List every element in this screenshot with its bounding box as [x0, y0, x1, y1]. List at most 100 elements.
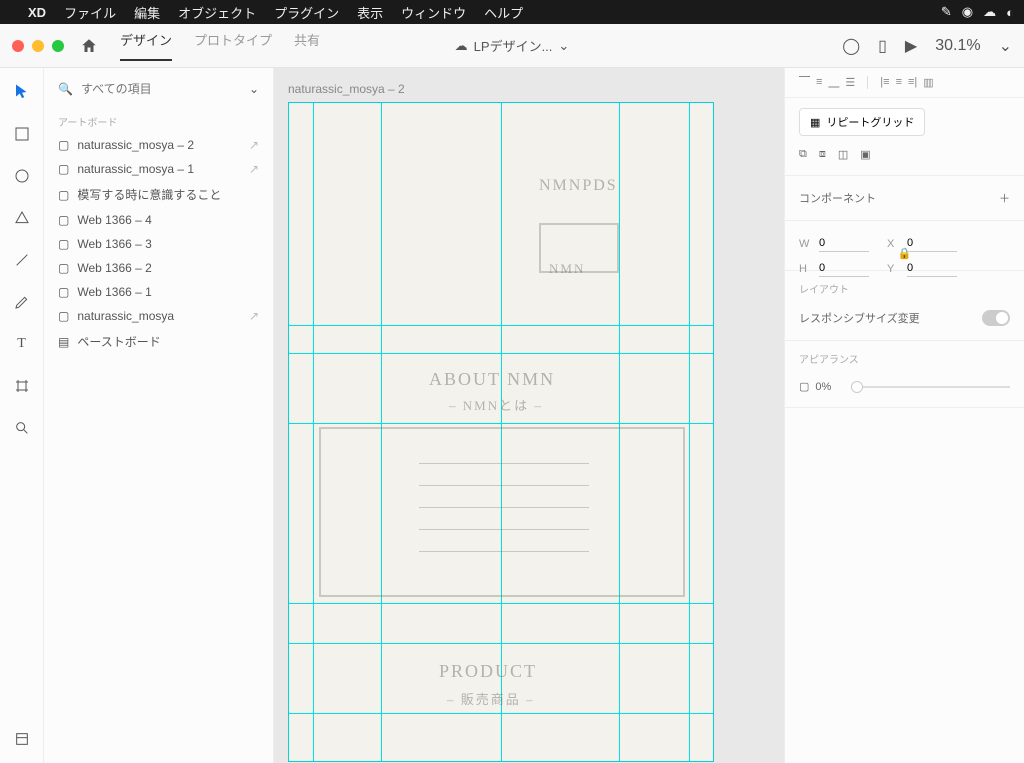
artboard-icon: ▢: [58, 162, 69, 176]
sync-icon[interactable]: ◐: [1006, 5, 1014, 20]
layer-item[interactable]: ▢ 模写する時に意識すること: [44, 181, 273, 208]
minimize-window-button[interactable]: [32, 40, 44, 52]
menu-view[interactable]: 表示: [357, 3, 383, 22]
align-controls: ⎺ ≡ ⎽ ☰ |≡ ≡ ≡| ▥: [785, 68, 1024, 98]
account-icon[interactable]: ◯: [842, 36, 860, 56]
play-icon[interactable]: ▶: [905, 36, 917, 56]
document-title-text: LPデザイン...: [474, 36, 553, 55]
align-hcenter-icon[interactable]: ≡: [896, 76, 902, 89]
align-bottom-icon[interactable]: ⎽: [828, 76, 839, 89]
layer-item[interactable]: ▢naturassic_mosya – 2↗: [44, 133, 273, 157]
layer-item[interactable]: ▢Web 1366 – 2: [44, 256, 273, 280]
camera-icon[interactable]: ◉: [962, 4, 973, 20]
responsive-resize-label: レスポンシブサイズ変更: [799, 310, 920, 326]
zoom-tool-icon[interactable]: [12, 418, 32, 438]
tab-design[interactable]: デザイン: [120, 30, 172, 61]
y-input[interactable]: [907, 260, 957, 277]
mode-tabs: デザイン プロトタイプ 共有: [120, 30, 320, 61]
artboard-icon: ▢: [58, 285, 69, 299]
add-component-icon[interactable]: ＋: [999, 190, 1010, 206]
sketch-text: ABOUT NMN: [429, 369, 555, 390]
cloud-icon[interactable]: ☁: [983, 4, 996, 20]
layer-label: 模写する時に意識すること: [77, 186, 221, 203]
zoom-window-button[interactable]: [52, 40, 64, 52]
repeat-grid-button[interactable]: ▦ リピートグリッド: [799, 108, 925, 136]
external-link-icon[interactable]: ↗: [249, 162, 259, 176]
search-icon: 🔍: [58, 82, 73, 96]
artboard-icon: ▢: [58, 261, 69, 275]
external-link-icon[interactable]: ↗: [249, 309, 259, 323]
layer-item[interactable]: ▢Web 1366 – 3: [44, 232, 273, 256]
component-section-label: コンポーネント: [799, 190, 876, 206]
line-tool-icon[interactable]: [12, 250, 32, 270]
width-input[interactable]: [819, 235, 869, 252]
distribute-v-icon[interactable]: ☰: [845, 76, 855, 89]
artboard-title[interactable]: naturassic_mosya – 2: [288, 82, 405, 96]
layer-item[interactable]: ▢naturassic_mosya↗: [44, 304, 273, 328]
layer-label: Web 1366 – 1: [77, 285, 152, 299]
text-tool-icon[interactable]: T: [12, 334, 32, 354]
artboard-icon: ▢: [58, 188, 69, 202]
menu-window[interactable]: ウィンドウ: [401, 3, 466, 22]
select-tool-icon[interactable]: [12, 82, 32, 102]
device-preview-icon[interactable]: ▯: [878, 36, 887, 56]
chevron-down-icon[interactable]: ⌄: [999, 36, 1012, 56]
layer-label: Web 1366 – 3: [77, 237, 152, 251]
boolean-subtract-icon[interactable]: ⧈: [819, 148, 826, 161]
cloud-doc-icon: ☁: [455, 38, 468, 54]
menu-file[interactable]: ファイル: [64, 3, 116, 22]
menu-help[interactable]: ヘルプ: [484, 3, 523, 22]
layer-item[interactable]: ▢ Web 1366 – 1: [44, 280, 273, 304]
layer-label: ペーストボード: [77, 333, 160, 350]
boolean-add-icon[interactable]: ⧉: [799, 148, 807, 161]
zoom-level[interactable]: 30.1%: [935, 37, 980, 55]
polygon-tool-icon[interactable]: [12, 208, 32, 228]
layer-item[interactable]: ▤ ペーストボード: [44, 328, 273, 355]
sketch-text: NMN: [549, 261, 585, 277]
app-menu[interactable]: XD: [28, 5, 46, 20]
assets-panel-icon[interactable]: [12, 729, 32, 749]
external-link-icon[interactable]: ↗: [249, 138, 259, 152]
tray-icon[interactable]: ✎: [941, 4, 952, 20]
menu-edit[interactable]: 編集: [134, 3, 160, 22]
layer-label: Web 1366 – 4: [77, 213, 152, 227]
close-window-button[interactable]: [12, 40, 24, 52]
distribute-h-icon[interactable]: ▥: [923, 76, 933, 89]
repeat-grid-icon: ▦: [810, 116, 820, 129]
chevron-down-icon[interactable]: ⌄: [249, 82, 259, 96]
canvas[interactable]: naturassic_mosya – 2 NMNPDS NMN ABOUT NM…: [274, 68, 784, 763]
rectangle-tool-icon[interactable]: [12, 124, 32, 144]
window-controls: [12, 40, 64, 52]
y-label: Y: [887, 263, 901, 275]
artboard-icon: ▢: [58, 213, 69, 227]
document-title[interactable]: ☁ LPデザイン... ⌄: [455, 36, 570, 55]
align-left-icon[interactable]: |≡: [880, 76, 889, 89]
artboard-tool-icon[interactable]: [12, 376, 32, 396]
pen-tool-icon[interactable]: [12, 292, 32, 312]
responsive-resize-toggle[interactable]: [982, 310, 1010, 326]
ellipse-tool-icon[interactable]: [12, 166, 32, 186]
tab-share[interactable]: 共有: [294, 30, 320, 61]
menu-object[interactable]: オブジェクト: [178, 3, 256, 22]
align-top-icon[interactable]: ⎺: [799, 76, 810, 89]
menu-plugin[interactable]: プラグイン: [274, 3, 339, 22]
home-icon[interactable]: [80, 37, 98, 55]
x-input[interactable]: [907, 235, 957, 252]
opacity-slider[interactable]: [851, 386, 1010, 388]
boolean-intersect-icon[interactable]: ◫: [838, 148, 848, 161]
align-vcenter-icon[interactable]: ≡: [816, 76, 822, 89]
search-input[interactable]: [81, 82, 241, 96]
layer-item[interactable]: ▢naturassic_mosya – 1↗: [44, 157, 273, 181]
sketch-text: – 販売商品 –: [447, 689, 535, 708]
boolean-exclude-icon[interactable]: ▣: [860, 148, 870, 161]
tab-prototype[interactable]: プロトタイプ: [194, 30, 272, 61]
align-right-icon[interactable]: ≡|: [908, 76, 917, 89]
artboard[interactable]: NMNPDS NMN ABOUT NMN – NMNとは – PRODUCT –…: [288, 102, 714, 762]
sketch-text: PRODUCT: [439, 661, 537, 682]
layer-item[interactable]: ▢ Web 1366 – 4: [44, 208, 273, 232]
lock-aspect-icon[interactable]: 🔒: [898, 248, 912, 260]
pasteboard-icon: ▤: [58, 335, 69, 349]
opacity-value[interactable]: 0%: [815, 381, 845, 393]
inspector-panel: ⎺ ≡ ⎽ ☰ |≡ ≡ ≡| ▥ ▦ リピートグリッド ⧉ ⧈ ◫ ▣: [784, 68, 1024, 763]
height-input[interactable]: [819, 260, 869, 277]
